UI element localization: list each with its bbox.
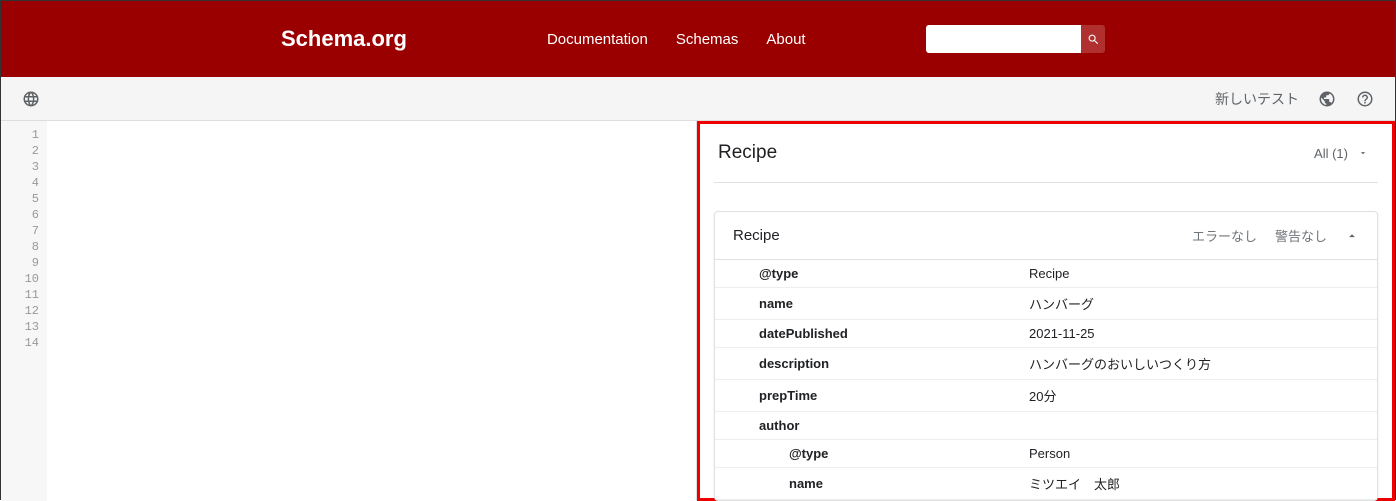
- search-wrap: [926, 25, 1105, 53]
- result-filter-dropdown[interactable]: All (1): [1314, 146, 1368, 161]
- collapse-icon[interactable]: [1345, 229, 1359, 243]
- new-test-link[interactable]: 新しいテスト: [1215, 89, 1299, 109]
- card-header[interactable]: Recipe エラーなし 警告なし: [715, 212, 1377, 260]
- prop-value: Person: [1015, 440, 1377, 468]
- code-panel: 1234567891011121314 <span class="attr">t…: [1, 121, 697, 501]
- nav-documentation[interactable]: Documentation: [547, 31, 648, 48]
- table-row: datePublished2021-11-25: [715, 320, 1377, 348]
- result-card: Recipe エラーなし 警告なし @typeRecipenameハンバーグda…: [714, 211, 1378, 501]
- table-row: prepTime20分: [715, 380, 1377, 412]
- prop-key: @type: [715, 440, 1015, 468]
- globe-icon[interactable]: [21, 89, 41, 109]
- prop-key: datePublished: [715, 320, 1015, 348]
- prop-key: name: [715, 288, 1015, 320]
- prop-value: ミツエイ 太郎: [1015, 468, 1377, 500]
- search-icon: [1087, 33, 1100, 46]
- prop-value: 2021-11-25: [1015, 320, 1377, 348]
- card-status: エラーなし 警告なし: [1192, 226, 1359, 245]
- line-gutter: 1234567891011121314: [1, 121, 47, 501]
- card-title: Recipe: [733, 227, 780, 244]
- code-area[interactable]: <span class="attr">type=</span><span cla…: [47, 121, 696, 501]
- prop-value: 20分: [1015, 380, 1377, 412]
- table-row: author: [715, 412, 1377, 440]
- language-icon[interactable]: [1317, 89, 1337, 109]
- filter-label: All (1): [1314, 146, 1348, 161]
- help-icon[interactable]: [1355, 89, 1375, 109]
- table-row: nameミツエイ 太郎: [715, 468, 1377, 500]
- prop-value: ハンバーグ: [1015, 288, 1377, 320]
- search-button[interactable]: [1081, 25, 1105, 53]
- toolbar: 新しいテスト: [1, 77, 1395, 121]
- prop-key: name: [715, 468, 1015, 500]
- result-panel: Recipe All (1) Recipe エラーなし 警告なし @typeRe…: [697, 121, 1395, 501]
- search-input[interactable]: [926, 25, 1081, 53]
- nav-schemas[interactable]: Schemas: [676, 31, 739, 48]
- property-table: @typeRecipenameハンバーグdatePublished2021-11…: [715, 260, 1377, 500]
- prop-value: [1015, 412, 1377, 440]
- prop-key: prepTime: [715, 380, 1015, 412]
- prop-key: description: [715, 348, 1015, 380]
- result-header: Recipe All (1): [714, 134, 1378, 183]
- table-row: @typeRecipe: [715, 260, 1377, 288]
- main-nav: Documentation Schemas About: [547, 31, 806, 48]
- prop-value: Recipe: [1015, 260, 1377, 288]
- main-content: 1234567891011121314 <span class="attr">t…: [1, 121, 1395, 501]
- no-warnings-label: 警告なし: [1275, 226, 1327, 245]
- result-title: Recipe: [718, 142, 777, 164]
- site-header: Schema.org Documentation Schemas About: [1, 1, 1395, 77]
- table-row: descriptionハンバーグのおいしいつくり方: [715, 348, 1377, 380]
- prop-value: ハンバーグのおいしいつくり方: [1015, 348, 1377, 380]
- no-errors-label: エラーなし: [1192, 226, 1257, 245]
- table-row: @typePerson: [715, 440, 1377, 468]
- prop-key: @type: [715, 260, 1015, 288]
- prop-key: author: [715, 412, 1015, 440]
- chevron-down-icon: [1358, 148, 1368, 158]
- site-logo[interactable]: Schema.org: [281, 26, 407, 52]
- table-row: nameハンバーグ: [715, 288, 1377, 320]
- nav-about[interactable]: About: [766, 31, 805, 48]
